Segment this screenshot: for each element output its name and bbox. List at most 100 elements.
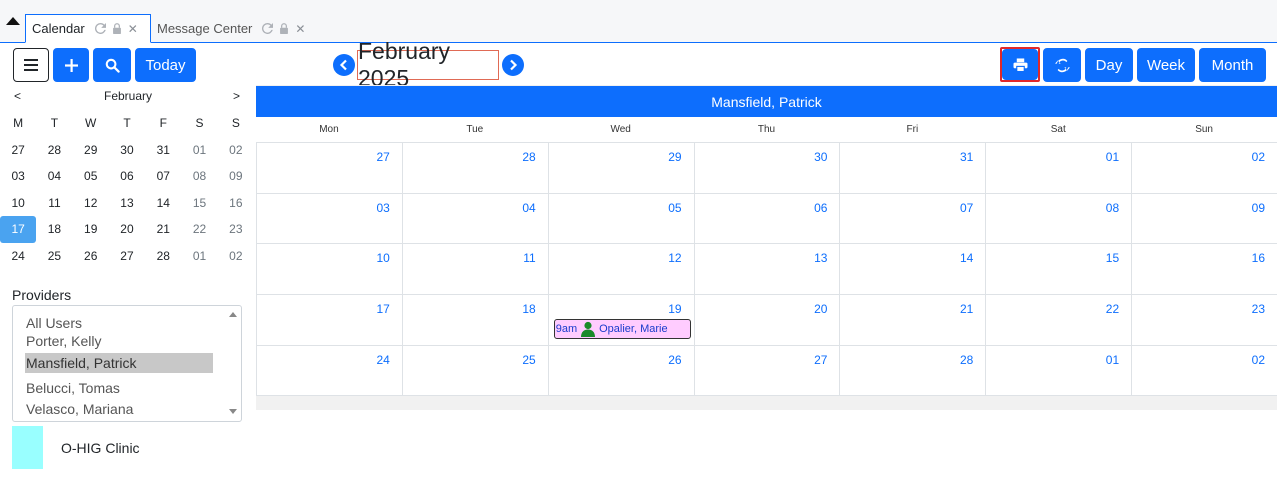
month-view-button[interactable]: Month [1199, 48, 1266, 82]
day-cell[interactable]: 23 [1131, 295, 1277, 345]
mini-day[interactable]: 22 [181, 216, 217, 243]
day-number[interactable]: 02 [1252, 353, 1265, 367]
mini-day[interactable]: 17 [0, 216, 37, 243]
day-cell[interactable]: 26 [547, 345, 694, 396]
day-number[interactable]: 03 [377, 201, 390, 215]
mini-next-button[interactable]: > [233, 89, 240, 103]
day-number[interactable]: 23 [1252, 302, 1265, 316]
day-cell[interactable]: 25 [401, 345, 548, 396]
day-cell[interactable]: 14 [839, 244, 985, 295]
mini-day[interactable]: 01 [181, 243, 217, 270]
day-number[interactable]: 18 [522, 302, 535, 316]
day-cell[interactable]: 27 [693, 345, 840, 396]
day-number[interactable]: 28 [960, 353, 973, 367]
tab-calendar[interactable]: Calendar ✕ [25, 14, 151, 43]
provider-item[interactable]: All Users [25, 313, 213, 333]
close-icon[interactable]: ✕ [295, 22, 305, 36]
mini-day[interactable]: 21 [145, 216, 181, 243]
day-number[interactable]: 05 [668, 201, 681, 215]
mini-day[interactable]: 01 [181, 137, 217, 164]
mini-day[interactable]: 28 [36, 137, 72, 164]
day-cell[interactable]: 09 [1131, 193, 1277, 244]
caret-up-icon[interactable] [4, 14, 22, 28]
day-number[interactable]: 14 [960, 251, 973, 265]
tab-message-center[interactable]: Message Center ✕ [151, 14, 316, 43]
mini-day[interactable]: 27 [109, 243, 145, 270]
day-cell[interactable]: 04 [401, 193, 548, 244]
mini-day[interactable]: 23 [218, 216, 254, 243]
day-number[interactable]: 19 [668, 302, 681, 316]
day-number[interactable]: 25 [522, 353, 535, 367]
day-number[interactable]: 17 [377, 302, 390, 316]
appointment-event[interactable]: 9am Opalier, Marie [553, 319, 691, 340]
provider-item[interactable]: Belucci, Tomas [25, 378, 213, 398]
day-number[interactable]: 06 [814, 201, 827, 215]
mini-day[interactable]: 26 [73, 243, 109, 270]
lock-icon[interactable] [112, 23, 122, 34]
search-button[interactable] [93, 48, 131, 82]
mini-day[interactable]: 24 [0, 243, 36, 270]
scroll-down-arrow[interactable] [229, 409, 237, 414]
today-button[interactable]: Today [135, 48, 196, 82]
day-cell[interactable]: 19 9am Opalier, Marie [547, 295, 694, 345]
mini-day[interactable]: 20 [109, 216, 145, 243]
menu-button[interactable] [13, 48, 49, 82]
prev-month-button[interactable] [333, 54, 355, 76]
lock-icon[interactable] [279, 23, 289, 34]
day-number[interactable]: 11 [523, 251, 535, 265]
day-cell[interactable]: 11 [401, 244, 548, 295]
mini-day[interactable]: 14 [145, 190, 181, 217]
day-cell[interactable]: 22 [985, 295, 1131, 345]
mini-day[interactable]: 18 [36, 216, 72, 243]
day-number[interactable]: 01 [1106, 353, 1119, 367]
refresh-icon[interactable] [262, 23, 274, 34]
mini-day[interactable]: 04 [36, 163, 72, 190]
day-view-button[interactable]: Day [1085, 48, 1133, 82]
day-cell[interactable]: 02 [1131, 345, 1277, 396]
day-number[interactable]: 24 [377, 353, 390, 367]
day-cell[interactable]: 03 [256, 193, 402, 244]
day-number[interactable]: 09 [1252, 201, 1265, 215]
day-cell[interactable]: 10 [256, 244, 402, 295]
mini-day[interactable]: 05 [73, 163, 109, 190]
day-cell[interactable]: 24 [256, 345, 402, 396]
day-cell[interactable]: 20 [693, 295, 840, 345]
day-number[interactable]: 27 [377, 150, 390, 164]
day-number[interactable]: 10 [377, 251, 390, 265]
mini-day[interactable]: 19 [73, 216, 109, 243]
day-number[interactable]: 13 [814, 251, 827, 265]
day-number[interactable]: 30 [814, 150, 827, 164]
day-number[interactable]: 15 [1106, 251, 1119, 265]
mini-day[interactable]: 25 [36, 243, 72, 270]
refresh-button[interactable] [1043, 48, 1081, 82]
mini-day[interactable]: 02 [218, 243, 254, 270]
day-number[interactable]: 28 [522, 150, 535, 164]
week-view-button[interactable]: Week [1137, 48, 1195, 82]
providers-list[interactable]: All Users Porter, Kelly Mansfield, Patri… [12, 305, 242, 422]
mini-day[interactable]: 03 [0, 163, 36, 190]
provider-item-selected[interactable]: Mansfield, Patrick [25, 353, 213, 373]
day-number[interactable]: 29 [668, 150, 681, 164]
next-month-button[interactable] [502, 54, 524, 76]
day-cell[interactable]: 06 [693, 193, 840, 244]
mini-day[interactable]: 29 [73, 137, 109, 164]
day-cell[interactable]: 02 [1131, 143, 1277, 193]
mini-day[interactable]: 27 [0, 137, 36, 164]
day-number[interactable]: 04 [522, 201, 535, 215]
mini-day[interactable]: 02 [218, 137, 254, 164]
mini-prev-button[interactable]: < [14, 89, 21, 103]
mini-day[interactable]: 30 [109, 137, 145, 164]
day-number[interactable]: 21 [960, 302, 973, 316]
mini-day[interactable]: 06 [109, 163, 145, 190]
day-number[interactable]: 02 [1252, 150, 1265, 164]
day-cell[interactable]: 31 [839, 143, 985, 193]
day-cell[interactable]: 12 [547, 244, 694, 295]
day-number[interactable]: 20 [814, 302, 827, 316]
close-icon[interactable]: ✕ [128, 22, 138, 36]
mini-day[interactable]: 28 [145, 243, 181, 270]
day-number[interactable]: 01 [1106, 150, 1119, 164]
refresh-icon[interactable] [94, 23, 106, 34]
day-cell[interactable]: 28 [839, 345, 985, 396]
mini-day[interactable]: 09 [218, 163, 254, 190]
mini-day[interactable]: 16 [218, 190, 254, 217]
